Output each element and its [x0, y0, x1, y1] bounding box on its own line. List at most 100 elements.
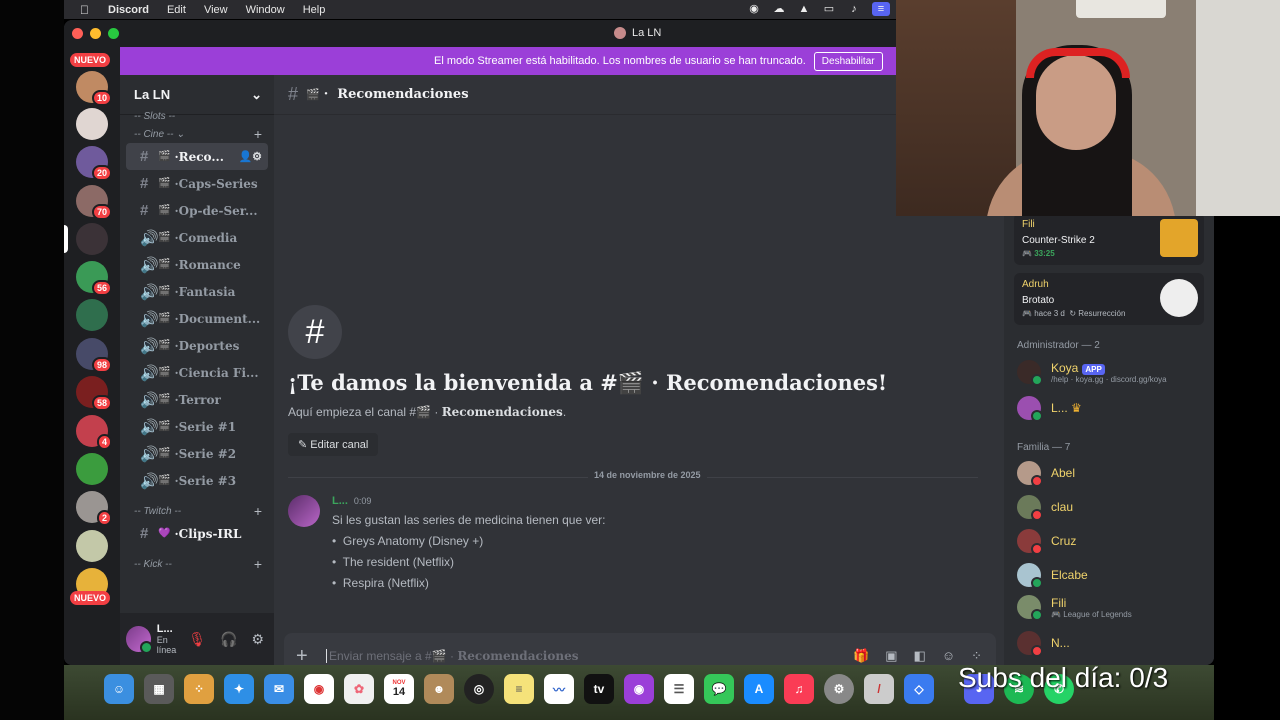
voice-channel-serie-2[interactable]: 🔊 🎬 · Serie #2 — [126, 440, 268, 467]
app-store-icon[interactable]: A — [744, 674, 774, 704]
menu-help[interactable]: Help — [303, 4, 326, 16]
preview-icon[interactable]: ◇ — [904, 674, 934, 704]
obs-tray-icon[interactable]: ◉ — [747, 2, 761, 16]
apple-icon[interactable]:  — [80, 3, 94, 17]
message-input[interactable]: Enviar mensaje a #🎬 · Recomendaciones — [326, 649, 578, 663]
guild-header[interactable]: La LN ⌄ — [120, 75, 274, 115]
add-attachment-icon[interactable]: + — [296, 645, 326, 666]
contacts-icon[interactable]: ☻ — [424, 674, 454, 704]
server-icon[interactable]: 70 — [76, 185, 112, 220]
category-slots[interactable]: -- Slots -- — [120, 111, 274, 121]
category-twitch[interactable]: -- Twitch -- + — [120, 502, 274, 520]
zoom-window-button[interactable] — [108, 28, 119, 39]
gift-icon[interactable]: 🎁 — [853, 648, 869, 664]
gear-icon[interactable]: ⚙ — [251, 631, 264, 648]
sticker-icon[interactable]: ◧ — [914, 648, 926, 664]
mail-icon[interactable]: ✉ — [264, 674, 294, 704]
volume-icon[interactable]: ♪ — [847, 2, 861, 16]
member-clau[interactable]: clau — [1017, 495, 1073, 521]
server-icon[interactable]: 10 — [76, 71, 112, 106]
server-icon[interactable] — [76, 453, 108, 485]
voice-channel-ciencia-ficcion[interactable]: 🔊 🎬 · Ciencia Fi... — [126, 359, 268, 386]
menu-window[interactable]: Window — [246, 4, 285, 16]
headphones-icon[interactable]: 🎧 — [220, 631, 237, 648]
gif-icon[interactable]: ▣ — [885, 648, 897, 664]
photos-icon[interactable]: ✿ — [344, 674, 374, 704]
voice-channel-terror[interactable]: 🔊 🎬 · Terror — [126, 386, 268, 413]
avatar[interactable] — [288, 495, 320, 527]
mic-muted-icon[interactable]: 🎙 — [188, 631, 206, 648]
display-icon[interactable]: ▭ — [822, 2, 836, 16]
menu-app-name[interactable]: Discord — [108, 4, 149, 16]
voice-channel-documentales[interactable]: 🔊 🎬 · Document... — [126, 305, 268, 332]
avatar[interactable] — [126, 626, 153, 654]
tray-app-icon[interactable]: ▲ — [797, 2, 811, 16]
calculator-icon[interactable]: ▦ — [144, 674, 174, 704]
category-kick[interactable]: -- Kick -- + — [120, 555, 274, 573]
add-channel-icon[interactable]: + — [254, 556, 262, 572]
server-icon[interactable] — [76, 108, 108, 140]
member-cruz[interactable]: Cruz — [1017, 529, 1076, 555]
voice-channel-comedia[interactable]: 🔊 🎬 · Comedia — [126, 224, 268, 251]
member-koya[interactable]: Koya APP /help · koya.gg · discord.gg/koy… — [1017, 360, 1167, 386]
system-settings-icon[interactable]: ⚙ — [824, 674, 854, 704]
channel-op-de-series[interactable]: # 🎬 · Op-de-Ser... — [126, 197, 268, 224]
server-icon[interactable] — [76, 299, 108, 331]
calendar-icon[interactable]: NOV 14 — [384, 674, 414, 704]
member-l[interactable]: L... ♛ — [1017, 396, 1082, 422]
menu-edit[interactable]: Edit — [167, 4, 186, 16]
messages-icon[interactable]: 💬 — [704, 674, 734, 704]
avatar — [1017, 461, 1043, 487]
member-fili[interactable]: Fili 🎮 League of Legends — [1017, 595, 1132, 621]
voice-channel-deportes[interactable]: 🔊 🎬 · Deportes — [126, 332, 268, 359]
activity-card[interactable]: Fili Counter-Strike 2 🎮 33:25 — [1014, 213, 1204, 265]
server-icon[interactable]: 4 — [76, 415, 112, 450]
member-abel[interactable]: Abel — [1017, 461, 1075, 487]
channel-settings-icon[interactable]: 👤⚙ — [238, 150, 262, 163]
emoji-icon[interactable]: ☺ — [942, 648, 955, 664]
voice-channel-serie-1[interactable]: 🔊 🎬 · Serie #1 — [126, 413, 268, 440]
creative-cloud-icon[interactable]: ☁ — [772, 2, 786, 16]
voice-channel-serie-3[interactable]: 🔊 🎬 · Serie #3 — [126, 467, 268, 494]
message-composer[interactable]: + Enviar mensaje a #🎬 · Recomendaciones … — [284, 633, 996, 665]
menu-view[interactable]: View — [204, 4, 228, 16]
channel-caps-series[interactable]: # 🎬 · Caps-Series — [126, 170, 268, 197]
safari-icon[interactable]: ✦ — [224, 674, 254, 704]
channel-clips-irl[interactable]: # 💜 · Clips-IRL — [126, 520, 268, 547]
launchpad-icon[interactable]: ⁘ — [184, 674, 214, 704]
message-author[interactable]: L... 0:09 — [332, 495, 371, 507]
chrome-icon[interactable]: ◉ — [304, 674, 334, 704]
server-icon-selected[interactable] — [76, 223, 108, 255]
minimize-window-button[interactable] — [90, 28, 101, 39]
obs-icon[interactable]: ◎ — [464, 674, 494, 704]
channel-recomendaciones[interactable]: # 🎬 · Reco... 👤⚙ — [126, 143, 268, 170]
server-icon[interactable]: 2 — [76, 491, 112, 526]
server-icon[interactable]: 56 — [76, 261, 112, 296]
edit-channel-button[interactable]: ✎ Editar canal — [288, 433, 379, 456]
category-cine[interactable]: -- Cine -- ⌄ + — [120, 125, 274, 143]
server-icon[interactable] — [76, 530, 108, 562]
utility-icon[interactable]: / — [864, 674, 894, 704]
apple-tv-icon[interactable]: tv — [584, 674, 614, 704]
close-window-button[interactable] — [72, 28, 83, 39]
voice-channel-fantasia[interactable]: 🔊 🎬 · Fantasia — [126, 278, 268, 305]
server-icon[interactable]: 98 — [76, 338, 112, 373]
member-elcabe[interactable]: Elcabe — [1017, 563, 1088, 589]
channel-label: Reco... — [178, 149, 224, 164]
server-icon[interactable]: 20 — [76, 146, 112, 181]
music-icon[interactable]: ♫ — [784, 674, 814, 704]
podcasts-icon[interactable]: ◉ — [624, 674, 654, 704]
add-channel-icon[interactable]: + — [254, 503, 262, 519]
voice-channel-romance[interactable]: 🔊 🎬 · Romance — [126, 251, 268, 278]
notes-icon[interactable]: ≡ — [504, 674, 534, 704]
server-icon[interactable]: 58 — [76, 376, 112, 411]
member-n[interactable]: N... — [1017, 631, 1070, 657]
disable-streamer-button[interactable]: Deshabilitar — [813, 51, 883, 71]
activity-card[interactable]: Adruh Brotato 🎮 hace 3 d ↻ Resurrección — [1014, 273, 1204, 325]
control-center-icon[interactable]: ≡ — [872, 2, 890, 16]
freeform-icon[interactable]: 〰 — [544, 674, 574, 704]
author-name[interactable]: L... — [332, 495, 348, 507]
add-channel-icon[interactable]: + — [254, 126, 262, 142]
finder-icon[interactable]: ☺ — [104, 674, 134, 704]
reminders-icon[interactable]: ☰ — [664, 674, 694, 704]
